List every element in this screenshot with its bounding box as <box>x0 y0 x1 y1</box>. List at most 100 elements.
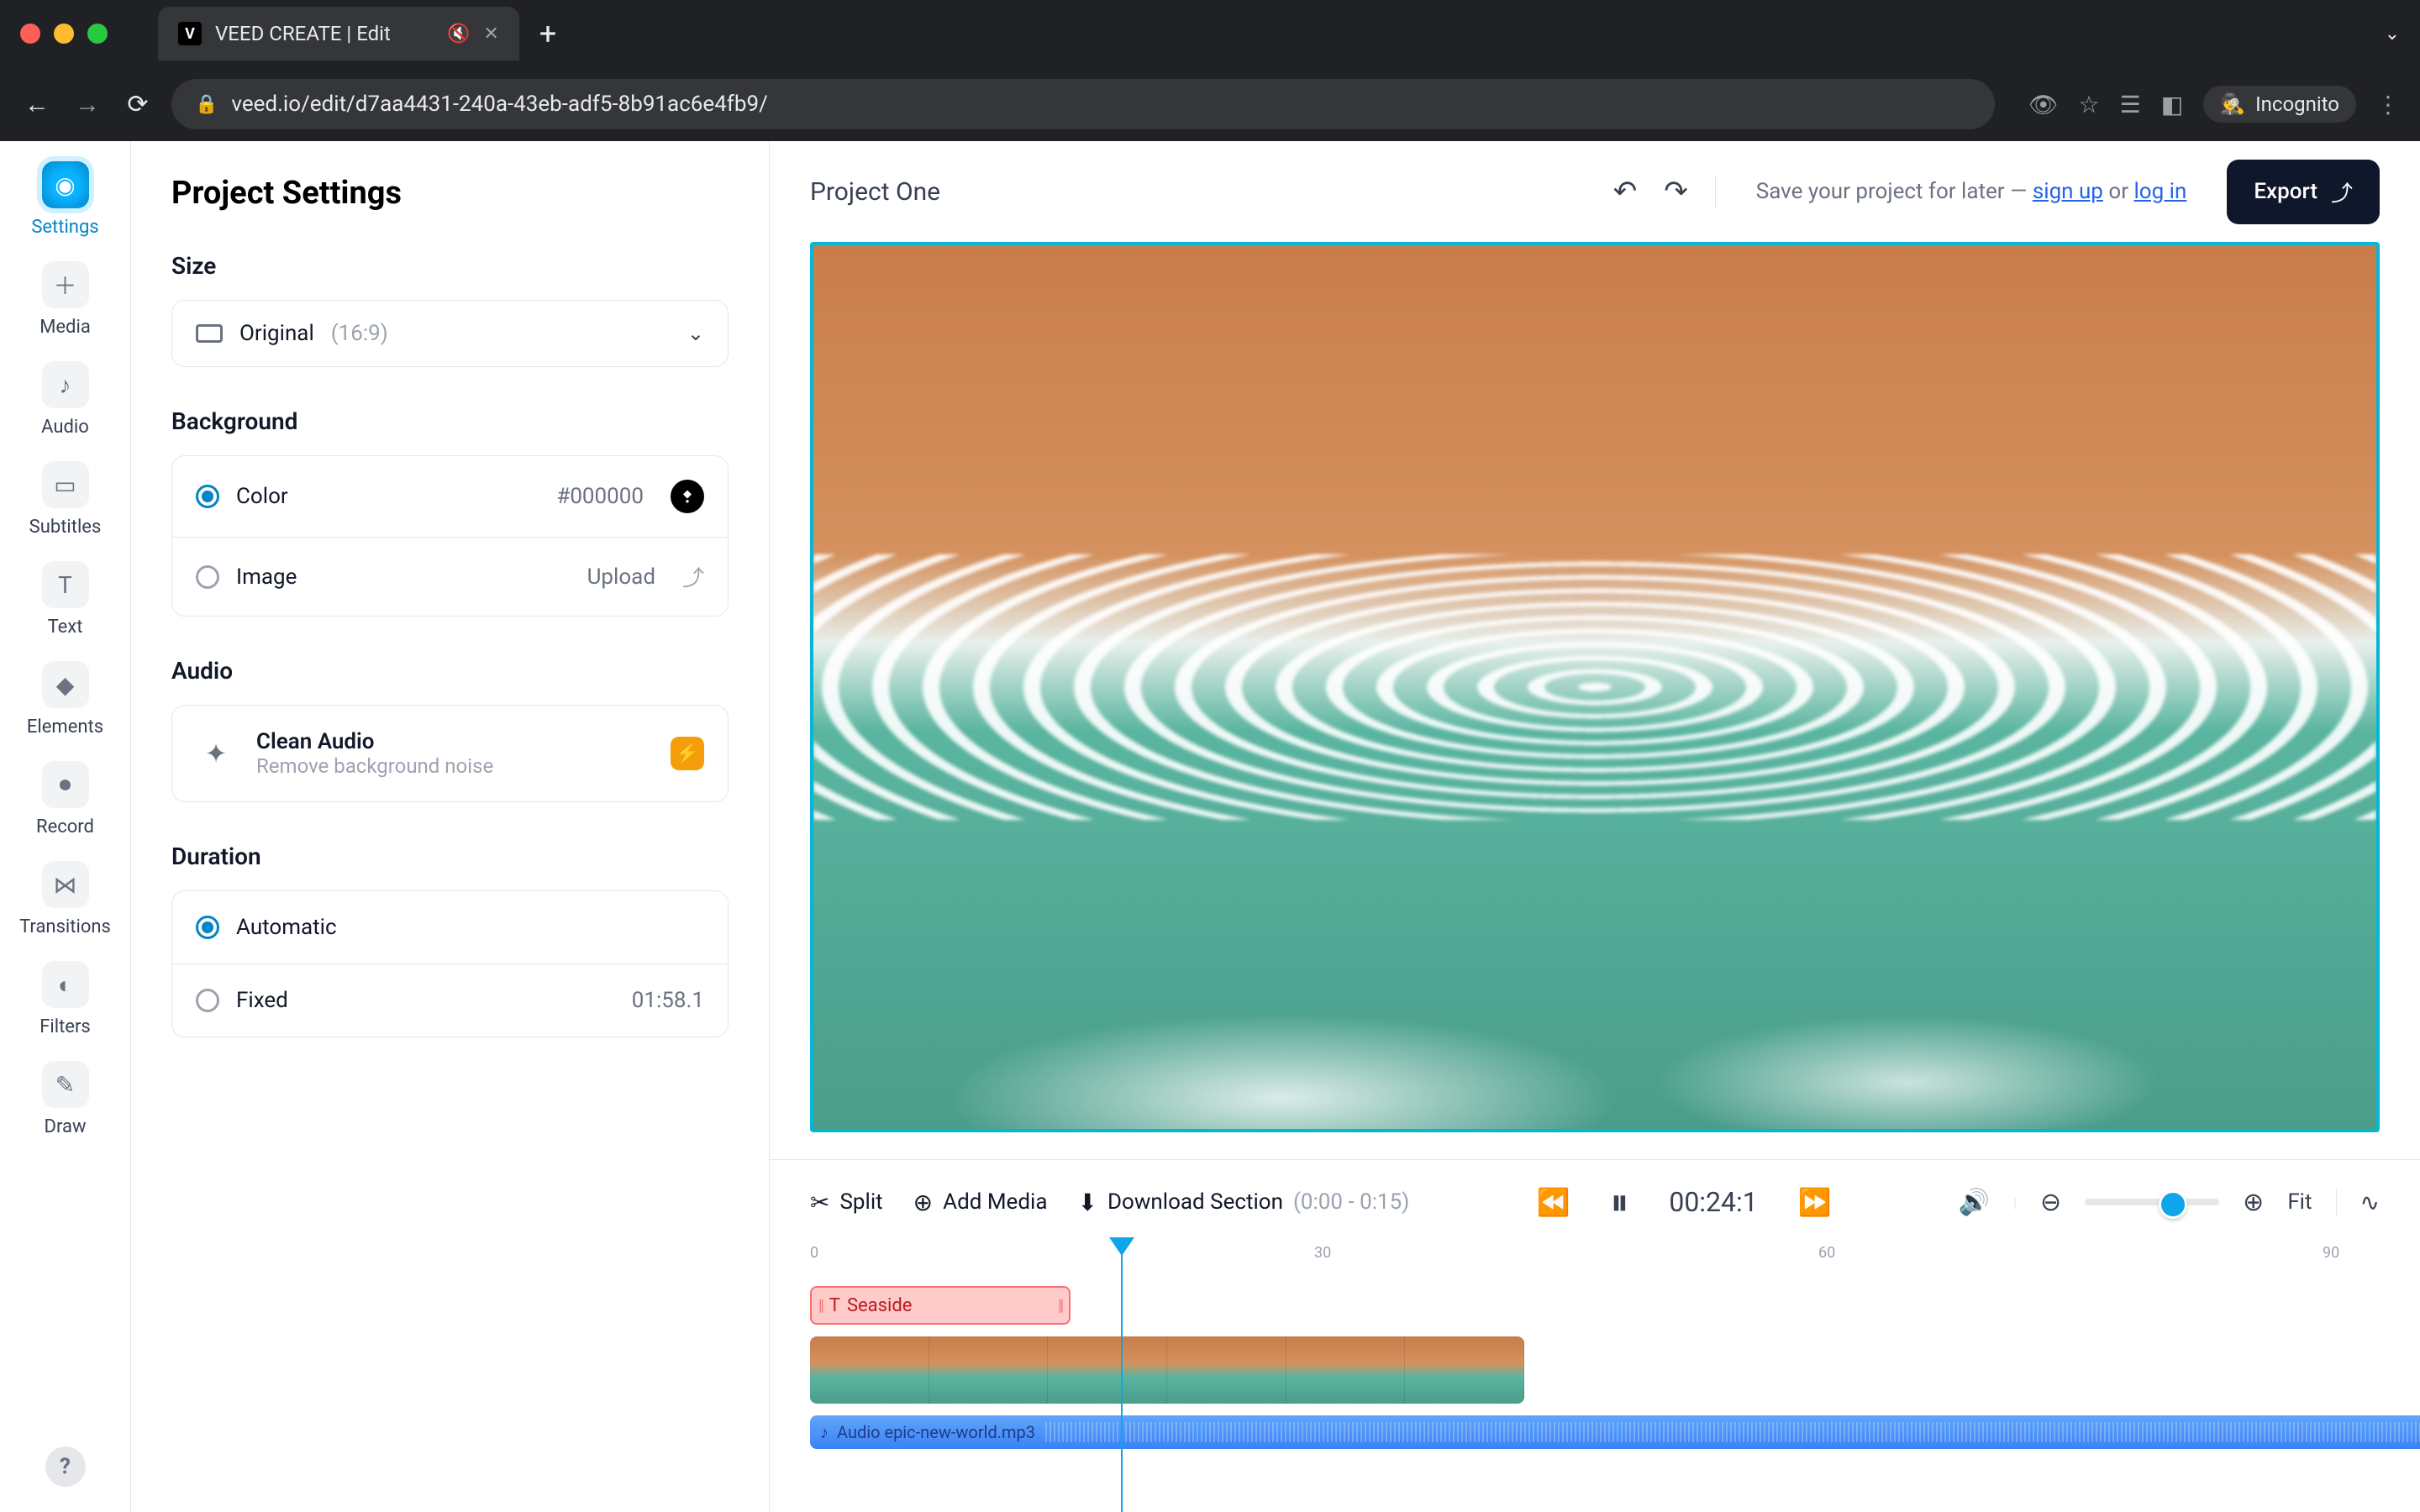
color-swatch[interactable] <box>671 480 704 513</box>
undo-redo-group: ↶ ↷ <box>1613 175 1716 208</box>
help-button[interactable]: ? <box>45 1446 86 1487</box>
video-thumb <box>1048 1336 1167 1404</box>
rail-item-transitions[interactable]: ⋈ Transitions <box>0 861 130 937</box>
main-area: Project One ↶ ↷ Save your project for la… <box>770 141 2420 1512</box>
volume-button[interactable]: 🔊 <box>1959 1188 1990 1217</box>
panel-title: Project Settings <box>171 175 729 212</box>
radio-unchecked[interactable] <box>196 989 219 1012</box>
fit-button[interactable]: Fit <box>2287 1189 2312 1215</box>
rail-item-audio[interactable]: ♪ Audio <box>0 361 130 438</box>
settings-panel: Project Settings Size Original (16:9) ⌄ … <box>131 141 770 1512</box>
background-color-option[interactable]: Color #000000 <box>172 456 728 537</box>
rail-item-settings[interactable]: ◉ Settings <box>0 161 130 238</box>
split-button[interactable]: ✂ Split <box>810 1189 883 1216</box>
color-label: Color <box>236 484 288 509</box>
reading-list-icon[interactable]: ☰ <box>2120 91 2141 118</box>
duration-automatic-option[interactable]: Automatic <box>172 891 728 963</box>
playback-controls: ⏪ ⏸ 00:24:1 ⏩ <box>1536 1180 1831 1224</box>
split-label: Split <box>839 1189 882 1215</box>
left-rail: ◉ Settings ＋ Media ♪ Audio ▭ Subtitles T… <box>0 141 131 1512</box>
rail-label: Subtitles <box>29 517 102 538</box>
signup-link[interactable]: sign up <box>2033 179 2103 204</box>
close-tab-icon[interactable]: ✕ <box>483 24 498 45</box>
incognito-badge[interactable]: 🕵 Incognito <box>2203 86 2356 123</box>
size-section-label: Size <box>171 252 729 280</box>
url-text: veed.io/edit/d7aa4431-240a-43eb-adf5-8b9… <box>231 92 767 117</box>
rail-item-draw[interactable]: ✎ Draw <box>0 1061 130 1137</box>
music-icon: ♪ <box>42 361 89 408</box>
bookmark-icon[interactable]: ☆ <box>2079 91 2100 118</box>
tab-favicon: V <box>178 22 202 45</box>
zoom-slider[interactable] <box>2085 1199 2219 1205</box>
export-button[interactable]: Export ⤴ <box>2227 160 2380 224</box>
waveform-button[interactable]: ∿ <box>2336 1189 2380 1216</box>
mute-icon[interactable]: 🔇 <box>447 24 470 45</box>
clean-audio-card[interactable]: ✦ Clean Audio Remove background noise ⚡ <box>171 705 729 802</box>
radio-checked[interactable] <box>196 485 219 508</box>
reload-button[interactable]: ⟳ <box>121 90 155 119</box>
rail-item-media[interactable]: ＋ Media <box>0 261 130 338</box>
video-preview[interactable] <box>810 242 2380 1132</box>
video-thumb <box>810 1336 929 1404</box>
video-clip[interactable] <box>810 1336 1524 1404</box>
timeline-area: ✂ Split ⊕ Add Media ⬇ Download Section (… <box>770 1159 2420 1512</box>
duration-fixed-option[interactable]: Fixed 01:58.1 <box>172 963 728 1037</box>
time-ruler[interactable]: 0 30 60 90 120 <box>810 1244 2380 1269</box>
top-bar: Project One ↶ ↷ Save your project for la… <box>770 141 2420 242</box>
playhead[interactable] <box>1121 1252 1123 1512</box>
tracks-area[interactable]: || T Seaside || ♪ Audio epic-new-world.m… <box>810 1269 2380 1512</box>
lock-icon: 🔒 <box>195 94 218 115</box>
duration-section-label: Duration <box>171 843 729 870</box>
login-link[interactable]: log in <box>2133 179 2186 204</box>
paint-icon <box>679 488 696 505</box>
add-media-button[interactable]: ⊕ Add Media <box>913 1189 1048 1216</box>
project-name[interactable]: Project One <box>810 177 940 207</box>
window-maximize-button[interactable] <box>87 24 108 44</box>
rewind-button[interactable]: ⏪ <box>1536 1186 1570 1218</box>
new-tab-button[interactable]: + <box>539 16 556 51</box>
rail-item-record[interactable]: ⏺ Record <box>0 761 130 837</box>
audio-clip[interactable]: ♪ Audio epic-new-world.mp3 <box>810 1415 2420 1449</box>
rail-item-filters[interactable]: ◐ Filters <box>0 961 130 1037</box>
incognito-icon: 🕵 <box>2220 92 2245 116</box>
rail-item-text[interactable]: T Text <box>0 561 130 638</box>
zoom-out-button[interactable]: ⊖ <box>2040 1188 2061 1217</box>
url-bar[interactable]: 🔒 veed.io/edit/d7aa4431-240a-43eb-adf5-8… <box>171 79 1995 129</box>
grip-left-icon[interactable]: || <box>818 1297 823 1315</box>
forward-button[interactable]: → <box>71 90 104 119</box>
image-label: Image <box>236 564 297 590</box>
grip-right-icon[interactable]: || <box>1058 1297 1062 1315</box>
back-button[interactable]: ← <box>20 90 54 119</box>
background-image-option[interactable]: Image Upload ⤴ <box>172 537 728 616</box>
browser-chrome: V VEED CREATE | Edit 🔇 ✕ + ⌄ ← → ⟳ 🔒 vee… <box>0 0 2420 141</box>
size-value: Original <box>239 321 314 346</box>
timeline-toolbar: ✂ Split ⊕ Add Media ⬇ Download Section (… <box>770 1160 2420 1244</box>
size-select[interactable]: Original (16:9) ⌄ <box>171 300 729 367</box>
rail-item-elements[interactable]: ◆ Elements <box>0 661 130 738</box>
window-controls <box>20 24 141 44</box>
window-minimize-button[interactable] <box>54 24 74 44</box>
radio-unchecked[interactable] <box>196 565 219 589</box>
fast-forward-button[interactable]: ⏩ <box>1798 1186 1832 1218</box>
zoom-in-button[interactable]: ⊕ <box>2243 1188 2264 1217</box>
rail-label: Audio <box>41 417 89 438</box>
tabs-dropdown-icon[interactable]: ⌄ <box>2385 24 2400 45</box>
scissors-icon: ✂ <box>810 1189 829 1216</box>
download-section-button[interactable]: ⬇ Download Section (0:00 - 0:15) <box>1077 1189 1409 1216</box>
redo-button[interactable]: ↷ <box>1664 175 1688 208</box>
kebab-menu-icon[interactable]: ⋮ <box>2376 91 2400 118</box>
browser-nav-bar: ← → ⟳ 🔒 veed.io/edit/d7aa4431-240a-43eb-… <box>0 67 2420 141</box>
upload-icon: ⤴ <box>682 561 704 592</box>
eye-off-icon[interactable]: 👁 <box>2028 91 2059 118</box>
browser-tab[interactable]: V VEED CREATE | Edit 🔇 ✕ <box>158 7 519 60</box>
undo-button[interactable]: ↶ <box>1613 175 1638 208</box>
text-clip[interactable]: || T Seaside || <box>810 1286 1071 1325</box>
add-media-label: Add Media <box>943 1189 1047 1215</box>
radio-checked[interactable] <box>196 916 219 939</box>
rail-item-subtitles[interactable]: ▭ Subtitles <box>0 461 130 538</box>
rail-label: Media <box>39 317 91 338</box>
side-panel-icon[interactable]: ◧ <box>2161 91 2183 118</box>
download-label: Download Section <box>1107 1189 1283 1215</box>
pause-button[interactable]: ⏸ <box>1610 1180 1628 1224</box>
window-close-button[interactable] <box>20 24 40 44</box>
